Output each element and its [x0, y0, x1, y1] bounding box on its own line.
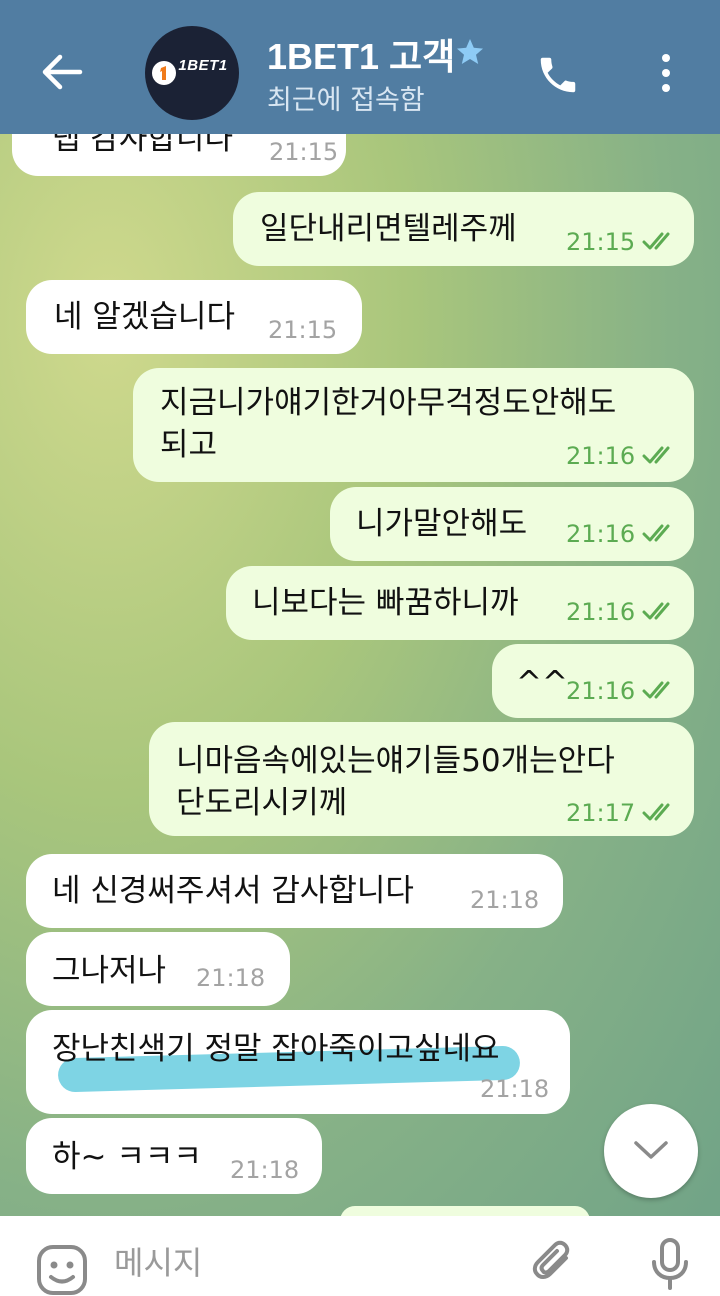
emoji-icon[interactable]: [36, 1244, 88, 1296]
message-time: 21:17: [566, 799, 636, 827]
avatar-text: 1BET1: [178, 57, 228, 74]
read-ticks-icon: [642, 524, 670, 542]
message-composer: 메시지: [0, 1216, 720, 1295]
last-seen-status: 최근에 접속함: [267, 85, 425, 116]
message-time: 21:15: [269, 138, 339, 166]
chat-header: 1BET1 1BET1 고객 최근에 접속함: [0, 0, 720, 134]
message-time: 21:15: [566, 228, 636, 256]
read-ticks-icon: [642, 446, 670, 464]
read-ticks-icon: [642, 681, 670, 699]
message-time: 21:18: [230, 1156, 300, 1184]
read-ticks-icon: [642, 232, 670, 250]
message-text: ^^: [516, 665, 568, 701]
message-input[interactable]: 메시지: [114, 1238, 202, 1284]
message-text-line: 단도리시키께: [176, 785, 348, 821]
chat-title[interactable]: 1BET1 고객: [267, 28, 457, 80]
paperclip-icon[interactable]: [528, 1238, 578, 1288]
message-time: 21:16: [566, 598, 636, 626]
message-text-line: 니마음속에있는얘기들50개는안다: [176, 743, 615, 779]
message-text: 네 알겠습니다: [54, 299, 235, 335]
arrow-left-icon[interactable]: [36, 46, 88, 98]
message-time: 21:18: [480, 1075, 550, 1103]
message-time: 21:16: [566, 442, 636, 470]
message-text: 니보다는 빠꿈하니까: [252, 585, 519, 621]
more-vertical-icon[interactable]: [654, 50, 678, 96]
message-text: 하~ ㅋㅋㅋ: [52, 1139, 202, 1175]
message-time: 21:18: [196, 964, 266, 992]
avatar[interactable]: 1BET1: [145, 26, 239, 120]
microphone-icon[interactable]: [650, 1238, 690, 1290]
message-text: 장난친색기 정말 잡아죽이고싶네요: [52, 1031, 500, 1067]
message-time: 21:18: [470, 886, 540, 914]
chevron-down-icon: [634, 1141, 668, 1159]
message-time: 21:15: [268, 316, 338, 344]
message-time: 21:16: [566, 520, 636, 548]
read-ticks-icon: [642, 803, 670, 821]
message-time: 21:16: [566, 677, 636, 705]
message-text: 니가말안해도: [356, 506, 528, 542]
message-text: 그나저나: [52, 953, 167, 989]
scroll-to-bottom-button[interactable]: [604, 1104, 698, 1198]
star-icon: [457, 39, 483, 64]
message-text: 네 신경써주셔서 감사합니다: [52, 873, 414, 909]
message-text-line: 지금니가얘기한거아무걱정도안해도: [160, 385, 617, 421]
message-text-line: 되고: [160, 427, 218, 463]
message-text: 일단내리면텔레주께: [260, 211, 517, 247]
read-ticks-icon: [642, 602, 670, 620]
phone-icon[interactable]: [535, 52, 581, 98]
